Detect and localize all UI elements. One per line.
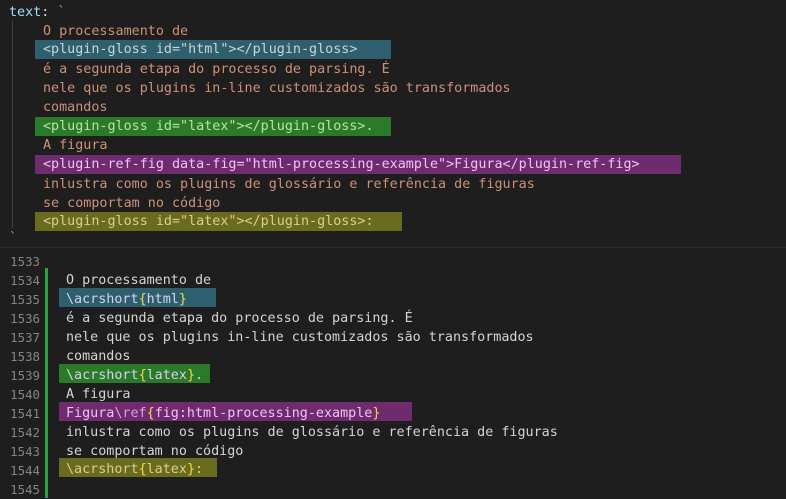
code-line: comandos <box>43 100 108 115</box>
latex-arg: latex <box>146 462 187 477</box>
code-line-ref-fig: <plugin-ref-fig data-fig="html-processin… <box>43 157 640 172</box>
code-line: inlustra como os plugins de glossário e … <box>66 425 558 440</box>
close-backtick: ` <box>9 231 18 246</box>
indent-guide <box>12 20 13 228</box>
punctuation: . <box>195 368 204 383</box>
line-number: 1537 <box>10 330 40 345</box>
brace-close: } <box>178 292 187 307</box>
text-key: text <box>9 5 42 20</box>
code-line: é a segunda etapa do processo de parsing… <box>43 62 390 77</box>
brace-open: { <box>146 406 155 421</box>
line-number: 1533 <box>10 254 40 269</box>
code-line-ref: Figura\ref{fig:html-processing-example} <box>66 404 380 423</box>
bottom-editor-pane[interactable]: 1533 1534 1535 1536 1537 1538 1539 1540 … <box>0 248 786 498</box>
latex-arg: html <box>146 292 179 307</box>
code-line-text-key: text: ` <box>9 3 65 22</box>
line-number: 1545 <box>10 482 40 497</box>
latex-arg: latex <box>146 368 187 383</box>
code-line: inlustra como os plugins de glossário e … <box>43 177 535 192</box>
top-editor-pane[interactable]: text: ` O processamento de <plugin-gloss… <box>0 0 786 248</box>
brace-close: } <box>186 462 195 477</box>
line-number: 1544 <box>10 463 40 478</box>
brace-close: } <box>372 406 381 421</box>
line-number: 1534 <box>10 273 40 288</box>
code-line-acrshort-latex-2: \acrshort{latex}: <box>66 460 203 479</box>
line-number: 1535 <box>10 292 40 307</box>
latex-command: \acrshort <box>66 368 139 383</box>
line-number: 1542 <box>10 425 40 440</box>
code-line: nele que os plugins in-line customizados… <box>66 330 534 345</box>
brace-open: { <box>138 292 147 307</box>
code-line-gloss-latex-2: <plugin-gloss id="latex"></plugin-gloss>… <box>43 214 374 229</box>
code-line-acrshort-html: \acrshort{html} <box>66 290 187 309</box>
line-number: 1538 <box>10 349 40 364</box>
punctuation: : <box>195 462 204 477</box>
latex-arg: fig:html-processing-example <box>154 406 373 421</box>
code-line-gloss-latex: <plugin-gloss id="latex"></plugin-gloss>… <box>43 119 374 134</box>
line-number: 1539 <box>10 368 40 383</box>
open-backtick: ` <box>57 5 66 20</box>
brace-open: { <box>138 368 147 383</box>
latex-command: \ref <box>114 406 147 421</box>
code-line: se comportam no código <box>43 196 221 211</box>
code-line: é a segunda etapa do processo de parsing… <box>66 311 413 326</box>
code-line: A figura <box>43 138 108 153</box>
latex-command: \acrshort <box>66 462 139 477</box>
line-number: 1543 <box>10 444 40 459</box>
line-number: 1536 <box>10 311 40 326</box>
code-line: O processamento de <box>43 24 189 39</box>
latex-command: \acrshort <box>66 292 139 307</box>
code-line-gloss-html: <plugin-gloss id="html"></plugin-gloss> <box>43 42 358 57</box>
git-added-indicator <box>45 268 48 498</box>
brace-open: { <box>138 462 147 477</box>
code-line-acrshort-latex: \acrshort{latex}. <box>66 366 203 385</box>
ref-text: Figura <box>66 406 115 421</box>
colon: : <box>41 5 58 20</box>
code-line: nele que os plugins in-line customizados… <box>43 81 511 96</box>
line-number: 1540 <box>10 387 40 402</box>
line-number: 1541 <box>10 406 40 421</box>
brace-close: } <box>186 368 195 383</box>
